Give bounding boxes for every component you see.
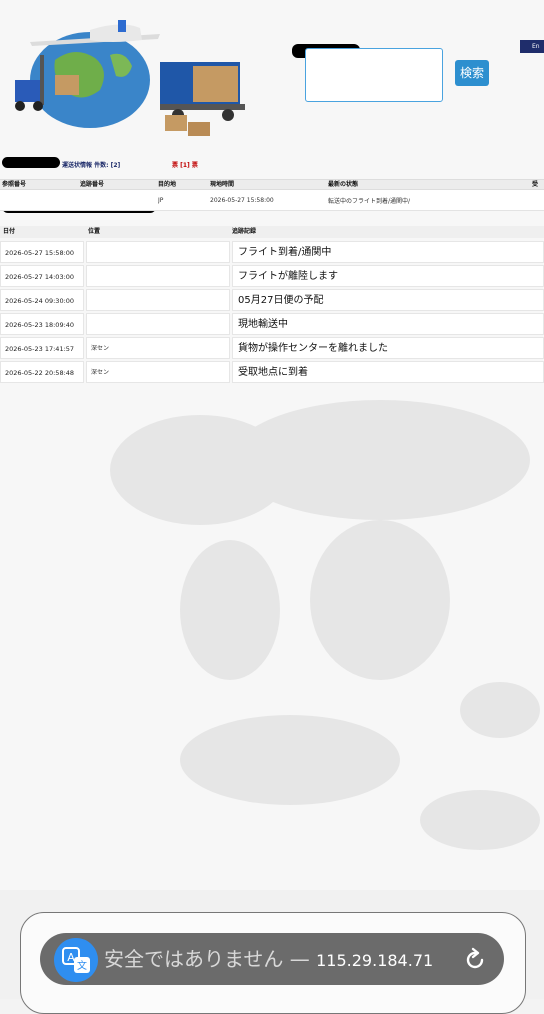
destination-cell: JP: [158, 196, 164, 204]
event-location: [86, 265, 230, 287]
logistics-banner-image: [15, 20, 245, 136]
search-input[interactable]: [305, 48, 443, 102]
reload-icon[interactable]: [462, 947, 488, 973]
col-tracking-record: 追跡記録: [232, 228, 257, 235]
events-table: 2026-05-27 15:58:00 フライト到着/通関中 2026-05-2…: [0, 241, 544, 385]
browser-toolbar: A 文 安全ではありません — 115.29.184.71: [0, 890, 544, 1014]
col-latest-status: 最新の状態: [328, 181, 359, 188]
event-location: [86, 289, 230, 311]
table-row: 2026-05-27 15:58:00 フライト到着/通関中: [0, 241, 544, 264]
language-toggle-button[interactable]: En: [520, 40, 544, 53]
tracking-page: En 検索 運送状情報 件数: [2] 票 [1] 票 参照番号 追跡番号 目的…: [0, 0, 544, 890]
event-date: 2026-05-22 20:58:48: [0, 361, 84, 383]
event-date: 2026-05-27 14:03:00: [0, 265, 84, 287]
redacted-block: [2, 157, 60, 168]
col-recipient: 受: [532, 181, 539, 188]
table-row: 2026-05-23 17:41:57 深セン 貨物が操作センターを離れました: [0, 337, 544, 360]
reference-table: 参照番号 追跡番号 目的地 現地時間 最新の状態 受 JP 2026-05-27…: [0, 179, 544, 211]
translate-icon[interactable]: A 文: [54, 938, 98, 982]
event-location: [86, 313, 230, 335]
local-time-cell: 2026-05-27 15:58:00: [210, 196, 274, 204]
event-location: 深セン: [86, 361, 230, 383]
event-record: フライト到着/通関中: [232, 241, 544, 263]
waybill-count-label: 運送状情報 件数: [2]: [62, 162, 121, 169]
latest-status-cell: 転送中のフライト到着/通関中/: [328, 197, 411, 205]
event-date: 2026-05-24 09:30:00: [0, 289, 84, 311]
event-record: フライトが離陸します: [232, 265, 544, 287]
table-row: 2026-05-24 09:30:00 05月27日便の予配: [0, 289, 544, 312]
world-map-background: [110, 400, 540, 850]
address-text[interactable]: 安全ではありません — 115.29.184.71: [104, 941, 433, 979]
security-warning-text: 安全ではありません —: [104, 947, 310, 971]
table-row: JP 2026-05-27 15:58:00 転送中のフライト到着/通関中/: [0, 190, 544, 211]
col-reference-number: 参照番号: [2, 181, 27, 188]
event-date: 2026-05-23 18:09:40: [0, 313, 84, 335]
event-date: 2026-05-27 15:58:00: [0, 241, 84, 263]
event-location: 深セン: [86, 337, 230, 359]
reference-table-header: 参照番号 追跡番号 目的地 現地時間 最新の状態 受: [0, 179, 544, 190]
event-record: 05月27日便の予配: [232, 289, 544, 311]
ticket-count-label: 票 [1] 票: [172, 162, 198, 169]
event-location: [86, 241, 230, 263]
col-destination: 目的地: [158, 181, 177, 188]
event-date: 2026-05-23 17:41:57: [0, 337, 84, 359]
events-table-header: 日付 位置 追跡記録: [0, 226, 544, 238]
col-local-time: 現地時間: [210, 181, 235, 188]
svg-text:文: 文: [77, 959, 87, 972]
url-ip-text: 115.29.184.71: [316, 951, 434, 970]
search-button[interactable]: 検索: [455, 60, 489, 86]
col-tracking-number: 追跡番号: [80, 181, 105, 188]
col-location: 位置: [88, 228, 101, 235]
event-record: 貨物が操作センターを離れました: [232, 337, 544, 359]
table-row: 2026-05-27 14:03:00 フライトが離陸します: [0, 265, 544, 288]
table-row: 2026-05-22 20:58:48 深セン 受取地点に到着: [0, 361, 544, 384]
col-date: 日付: [3, 228, 16, 235]
table-row: 2026-05-23 18:09:40 現地輸送中: [0, 313, 544, 336]
event-record: 受取地点に到着: [232, 361, 544, 383]
event-record: 現地輸送中: [232, 313, 544, 335]
